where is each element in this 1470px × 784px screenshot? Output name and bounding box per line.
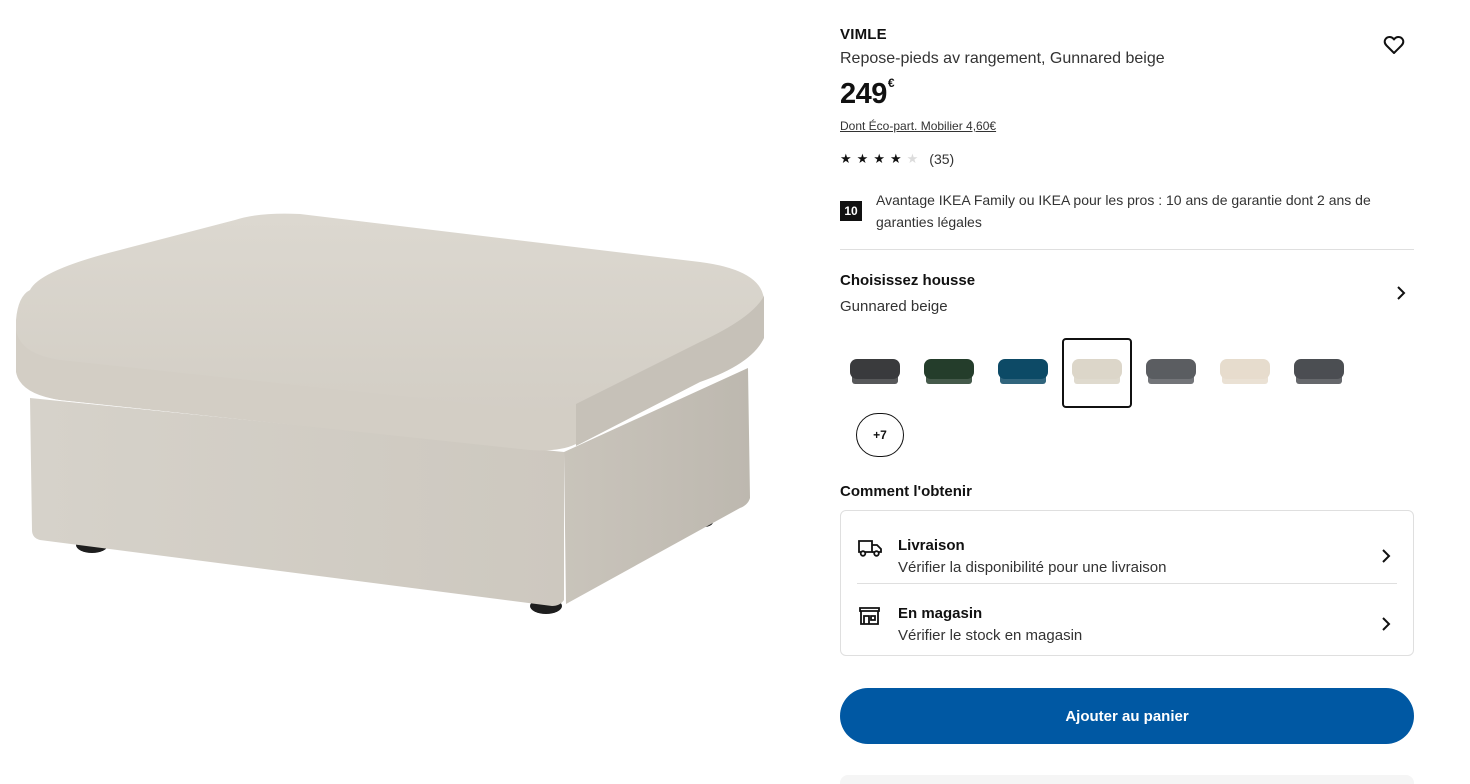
chevron-right-icon: [1382, 617, 1391, 631]
warranty-text: Avantage IKEA Family ou IKEA pour les pr…: [876, 192, 1371, 230]
delivery-option[interactable]: Livraison Vérifier la disponibilité pour…: [857, 519, 1397, 579]
swatch-base: [926, 370, 972, 384]
store-option[interactable]: En magasin Vérifier le stock en magasin: [857, 587, 1397, 647]
chevron-right-icon: [1397, 286, 1406, 300]
swatch-option[interactable]: [914, 338, 984, 408]
more-swatches-button[interactable]: +7: [856, 413, 904, 457]
add-to-cart-button[interactable]: Ajouter au panier: [840, 688, 1414, 744]
price-currency: €: [887, 76, 895, 90]
divider: [857, 583, 1397, 584]
swatch-base: [1074, 370, 1120, 384]
star-empty-icon: ★: [906, 151, 919, 166]
choose-cover-value: Gunnared beige: [840, 298, 948, 315]
star-icon: ★: [889, 151, 902, 166]
rating-count: (35): [929, 151, 955, 167]
delivery-title: Livraison: [898, 537, 965, 554]
price-amount: 249: [840, 78, 887, 110]
delivery-options-card: Livraison Vérifier la disponibilité pour…: [840, 510, 1414, 656]
star-icon: ★: [856, 151, 869, 166]
star-icon: ★: [840, 151, 852, 166]
rating[interactable]: ★ ★ ★ ★ ★ (35): [840, 151, 954, 167]
swatch-option[interactable]: [1210, 338, 1280, 408]
how-to-get-heading: Comment l'obtenir: [840, 483, 972, 500]
product-image[interactable]: [0, 0, 790, 784]
truck-icon: [858, 540, 882, 557]
star-icon: ★: [873, 151, 885, 166]
choose-cover-button[interactable]: Choisissez housse Gunnared beige: [840, 270, 1414, 320]
family-warranty: 10 Avantage IKEA Family ou IKEA pour les…: [840, 189, 1414, 233]
next-section: [840, 775, 1414, 784]
swatch-base: [1000, 370, 1046, 384]
swatch-option[interactable]: [1136, 338, 1206, 408]
product-brand: VIMLE: [840, 26, 887, 43]
product-subtitle: Repose-pieds av rangement, Gunnared beig…: [840, 50, 1165, 67]
swatch-base: [1148, 370, 1194, 384]
store-icon: [859, 607, 880, 625]
swatch-option-selected[interactable]: [1062, 338, 1132, 408]
swatch-option[interactable]: [988, 338, 1058, 408]
swatch-base: [852, 370, 898, 384]
swatch-option[interactable]: [840, 338, 910, 408]
store-title: En magasin: [898, 605, 983, 622]
swatch-base: [1296, 370, 1342, 384]
swatch-base: [1222, 370, 1268, 384]
eco-part-link[interactable]: Dont Éco-part. Mobilier 4,60€: [840, 119, 996, 133]
chevron-right-icon: [1382, 549, 1391, 563]
swatch-option[interactable]: [1284, 338, 1354, 408]
heart-icon[interactable]: [1382, 33, 1406, 57]
delivery-subtitle: Vérifier la disponibilité pour une livra…: [898, 559, 1167, 576]
store-subtitle: Vérifier le stock en magasin: [898, 627, 1083, 644]
choose-cover-title: Choisissez housse: [840, 272, 976, 289]
product-price: 249€: [840, 76, 895, 111]
warranty-badge: 10: [840, 201, 862, 221]
divider: [840, 249, 1414, 250]
ottoman-product-image: [16, 213, 764, 614]
